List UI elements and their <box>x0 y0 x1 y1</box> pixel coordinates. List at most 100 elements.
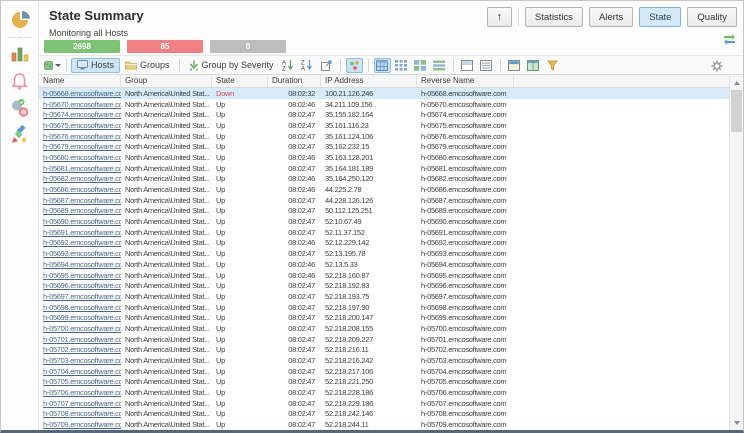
host-name-link[interactable]: h-05704.emcosoftware.com <box>39 367 121 376</box>
table-row[interactable]: h-05691.emcosoftware.comNorth America\Un… <box>39 227 743 238</box>
table-row[interactable]: h-05697.emcosoftware.comNorth America\Un… <box>39 291 743 302</box>
filter-button[interactable] <box>544 58 561 73</box>
vertical-scrollbar[interactable] <box>729 76 743 430</box>
state-tab[interactable] <box>8 96 32 120</box>
table-row[interactable]: h-05700.emcosoftware.comNorth America\Un… <box>39 323 743 334</box>
auto-refresh-icon[interactable] <box>723 32 736 43</box>
table-row[interactable]: h-05686.emcosoftware.comNorth America\Un… <box>39 184 743 195</box>
host-name-link[interactable]: h-05703.emcosoftware.com <box>39 356 121 365</box>
table-row[interactable]: h-05674.emcosoftware.comNorth America\Un… <box>39 109 743 120</box>
column-header-duration[interactable]: Duration <box>268 75 321 87</box>
alerts-tab[interactable] <box>8 69 32 93</box>
table-row[interactable]: h-05704.emcosoftware.comNorth America\Un… <box>39 366 743 377</box>
host-name-link[interactable]: h-05698.emcosoftware.com <box>39 303 121 312</box>
host-name-link[interactable]: h-05696.emcosoftware.com <box>39 281 121 290</box>
view-blocks-button[interactable] <box>412 58 429 73</box>
panel-header-button[interactable] <box>506 58 523 73</box>
host-name-link[interactable]: h-05687.emcosoftware.com <box>39 196 121 205</box>
host-name-link[interactable]: h-05693.emcosoftware.com <box>39 249 121 258</box>
panel-list-button[interactable] <box>478 58 495 73</box>
table-row[interactable]: h-05698.emcosoftware.comNorth America\Un… <box>39 302 743 313</box>
tab-alerts[interactable]: Alerts <box>589 7 633 27</box>
panel-split-button[interactable] <box>459 58 476 73</box>
table-row[interactable]: h-05690.emcosoftware.comNorth America\Un… <box>39 216 743 227</box>
column-header-ip[interactable]: IP Address <box>321 75 417 87</box>
host-name-link[interactable]: h-05699.emcosoftware.com <box>39 313 121 322</box>
column-header-group[interactable]: Group <box>121 75 212 87</box>
tab-statistics[interactable]: Statistics <box>525 7 583 27</box>
tab-state[interactable]: State <box>639 7 681 27</box>
host-name-link[interactable]: h-05680.emcosoftware.com <box>39 153 121 162</box>
view-table-button[interactable] <box>374 58 391 73</box>
hosts-view-button[interactable]: Hosts <box>71 58 120 73</box>
host-name-link[interactable]: h-05681.emcosoftware.com <box>39 164 121 173</box>
column-header-state[interactable]: State <box>212 75 268 87</box>
group-by-severity-button[interactable]: Group by Severity <box>184 58 279 73</box>
scroll-up-icon[interactable] <box>734 81 740 85</box>
host-name-link[interactable]: h-05674.emcosoftware.com <box>39 110 121 119</box>
host-name-link[interactable]: h-05706.emcosoftware.com <box>39 388 121 397</box>
table-row[interactable]: h-05701.emcosoftware.comNorth America\Un… <box>39 334 743 345</box>
table-row[interactable]: h-05680.emcosoftware.comNorth America\Un… <box>39 152 743 163</box>
table-row[interactable]: h-05692.emcosoftware.comNorth America\Un… <box>39 238 743 249</box>
host-name-link[interactable]: h-05682.emcosoftware.com <box>39 174 121 183</box>
column-header-reverse[interactable]: Reverse Name <box>417 75 514 87</box>
table-row[interactable]: h-05708.emcosoftware.comNorth America\Un… <box>39 409 743 420</box>
host-name-link[interactable]: h-05679.emcosoftware.com <box>39 142 121 151</box>
host-name-link[interactable]: h-05708.emcosoftware.com <box>39 409 121 418</box>
host-name-link[interactable]: h-05668.emcosoftware.com <box>39 89 121 98</box>
host-name-link[interactable]: h-05691.emcosoftware.com <box>39 228 121 237</box>
table-row[interactable]: h-05689.emcosoftware.comNorth America\Un… <box>39 206 743 217</box>
tab-quality[interactable]: Quality <box>687 7 737 27</box>
view-rows-button[interactable] <box>431 58 448 73</box>
table-row[interactable]: h-05703.emcosoftware.comNorth America\Un… <box>39 355 743 366</box>
host-name-link[interactable]: h-05689.emcosoftware.com <box>39 206 121 215</box>
table-row[interactable]: h-05696.emcosoftware.comNorth America\Un… <box>39 280 743 291</box>
table-row[interactable]: h-05682.emcosoftware.comNorth America\Un… <box>39 174 743 185</box>
summary-tab[interactable] <box>8 8 32 32</box>
table-row[interactable]: h-05702.emcosoftware.comNorth America\Un… <box>39 345 743 356</box>
table-row[interactable]: h-05681.emcosoftware.comNorth America\Un… <box>39 163 743 174</box>
table-row[interactable]: h-05675.emcosoftware.comNorth America\Un… <box>39 120 743 131</box>
host-name-link[interactable]: h-05694.emcosoftware.com <box>39 260 121 269</box>
host-name-link[interactable]: h-05701.emcosoftware.com <box>39 335 121 344</box>
table-row[interactable]: h-05676.emcosoftware.comNorth America\Un… <box>39 131 743 142</box>
host-name-link[interactable]: h-05675.emcosoftware.com <box>39 121 121 130</box>
open-popup-button[interactable] <box>318 58 335 73</box>
table-row[interactable]: h-05706.emcosoftware.comNorth America\Un… <box>39 387 743 398</box>
severity-colors-toggle[interactable] <box>346 58 363 73</box>
table-row[interactable]: h-05670.emcosoftware.comNorth America\Un… <box>39 99 743 110</box>
table-row[interactable]: h-05687.emcosoftware.comNorth America\Un… <box>39 195 743 206</box>
view-grid-button[interactable] <box>393 58 410 73</box>
table-row[interactable]: h-05695.emcosoftware.comNorth America\Un… <box>39 270 743 281</box>
host-name-link[interactable]: h-05676.emcosoftware.com <box>39 132 121 141</box>
host-name-link[interactable]: h-05697.emcosoftware.com <box>39 292 121 301</box>
collapse-up-button[interactable]: ↑ <box>487 7 512 27</box>
table-row[interactable]: h-05707.emcosoftware.comNorth America\Un… <box>39 398 743 409</box>
scroll-down-icon[interactable] <box>734 421 740 425</box>
host-name-link[interactable]: h-05705.emcosoftware.com <box>39 377 121 386</box>
panel-columns-button[interactable] <box>525 58 542 73</box>
host-name-link[interactable]: h-05686.emcosoftware.com <box>39 185 121 194</box>
table-row[interactable]: h-05699.emcosoftware.comNorth America\Un… <box>39 312 743 323</box>
host-name-link[interactable]: h-05695.emcosoftware.com <box>39 271 121 280</box>
column-header-name[interactable]: Name <box>39 75 121 87</box>
sort-descending-button[interactable]: Z A <box>299 58 316 73</box>
settings-gear-icon[interactable] <box>711 59 723 77</box>
views-dropdown-button[interactable] <box>44 58 61 73</box>
scrollbar-thumb[interactable] <box>731 90 742 132</box>
host-name-link[interactable]: h-05690.emcosoftware.com <box>39 217 121 226</box>
host-name-link[interactable]: h-05709.emcosoftware.com <box>39 420 121 429</box>
host-name-link[interactable]: h-05700.emcosoftware.com <box>39 324 121 333</box>
table-row[interactable]: h-05705.emcosoftware.comNorth America\Un… <box>39 377 743 388</box>
groups-view-button[interactable]: Groups <box>120 58 175 73</box>
host-name-link[interactable]: h-05702.emcosoftware.com <box>39 345 121 354</box>
sort-ascending-button[interactable]: A Z <box>280 58 297 73</box>
statistics-tab[interactable] <box>8 42 32 66</box>
quality-tab[interactable] <box>8 123 32 147</box>
table-row[interactable]: h-05709.emcosoftware.comNorth America\Un… <box>39 419 743 430</box>
table-row[interactable]: h-05668.emcosoftware.comNorth America\Un… <box>39 88 743 99</box>
table-row[interactable]: h-05679.emcosoftware.comNorth America\Un… <box>39 141 743 152</box>
table-row[interactable]: h-05693.emcosoftware.comNorth America\Un… <box>39 248 743 259</box>
host-name-link[interactable]: h-05692.emcosoftware.com <box>39 238 121 247</box>
